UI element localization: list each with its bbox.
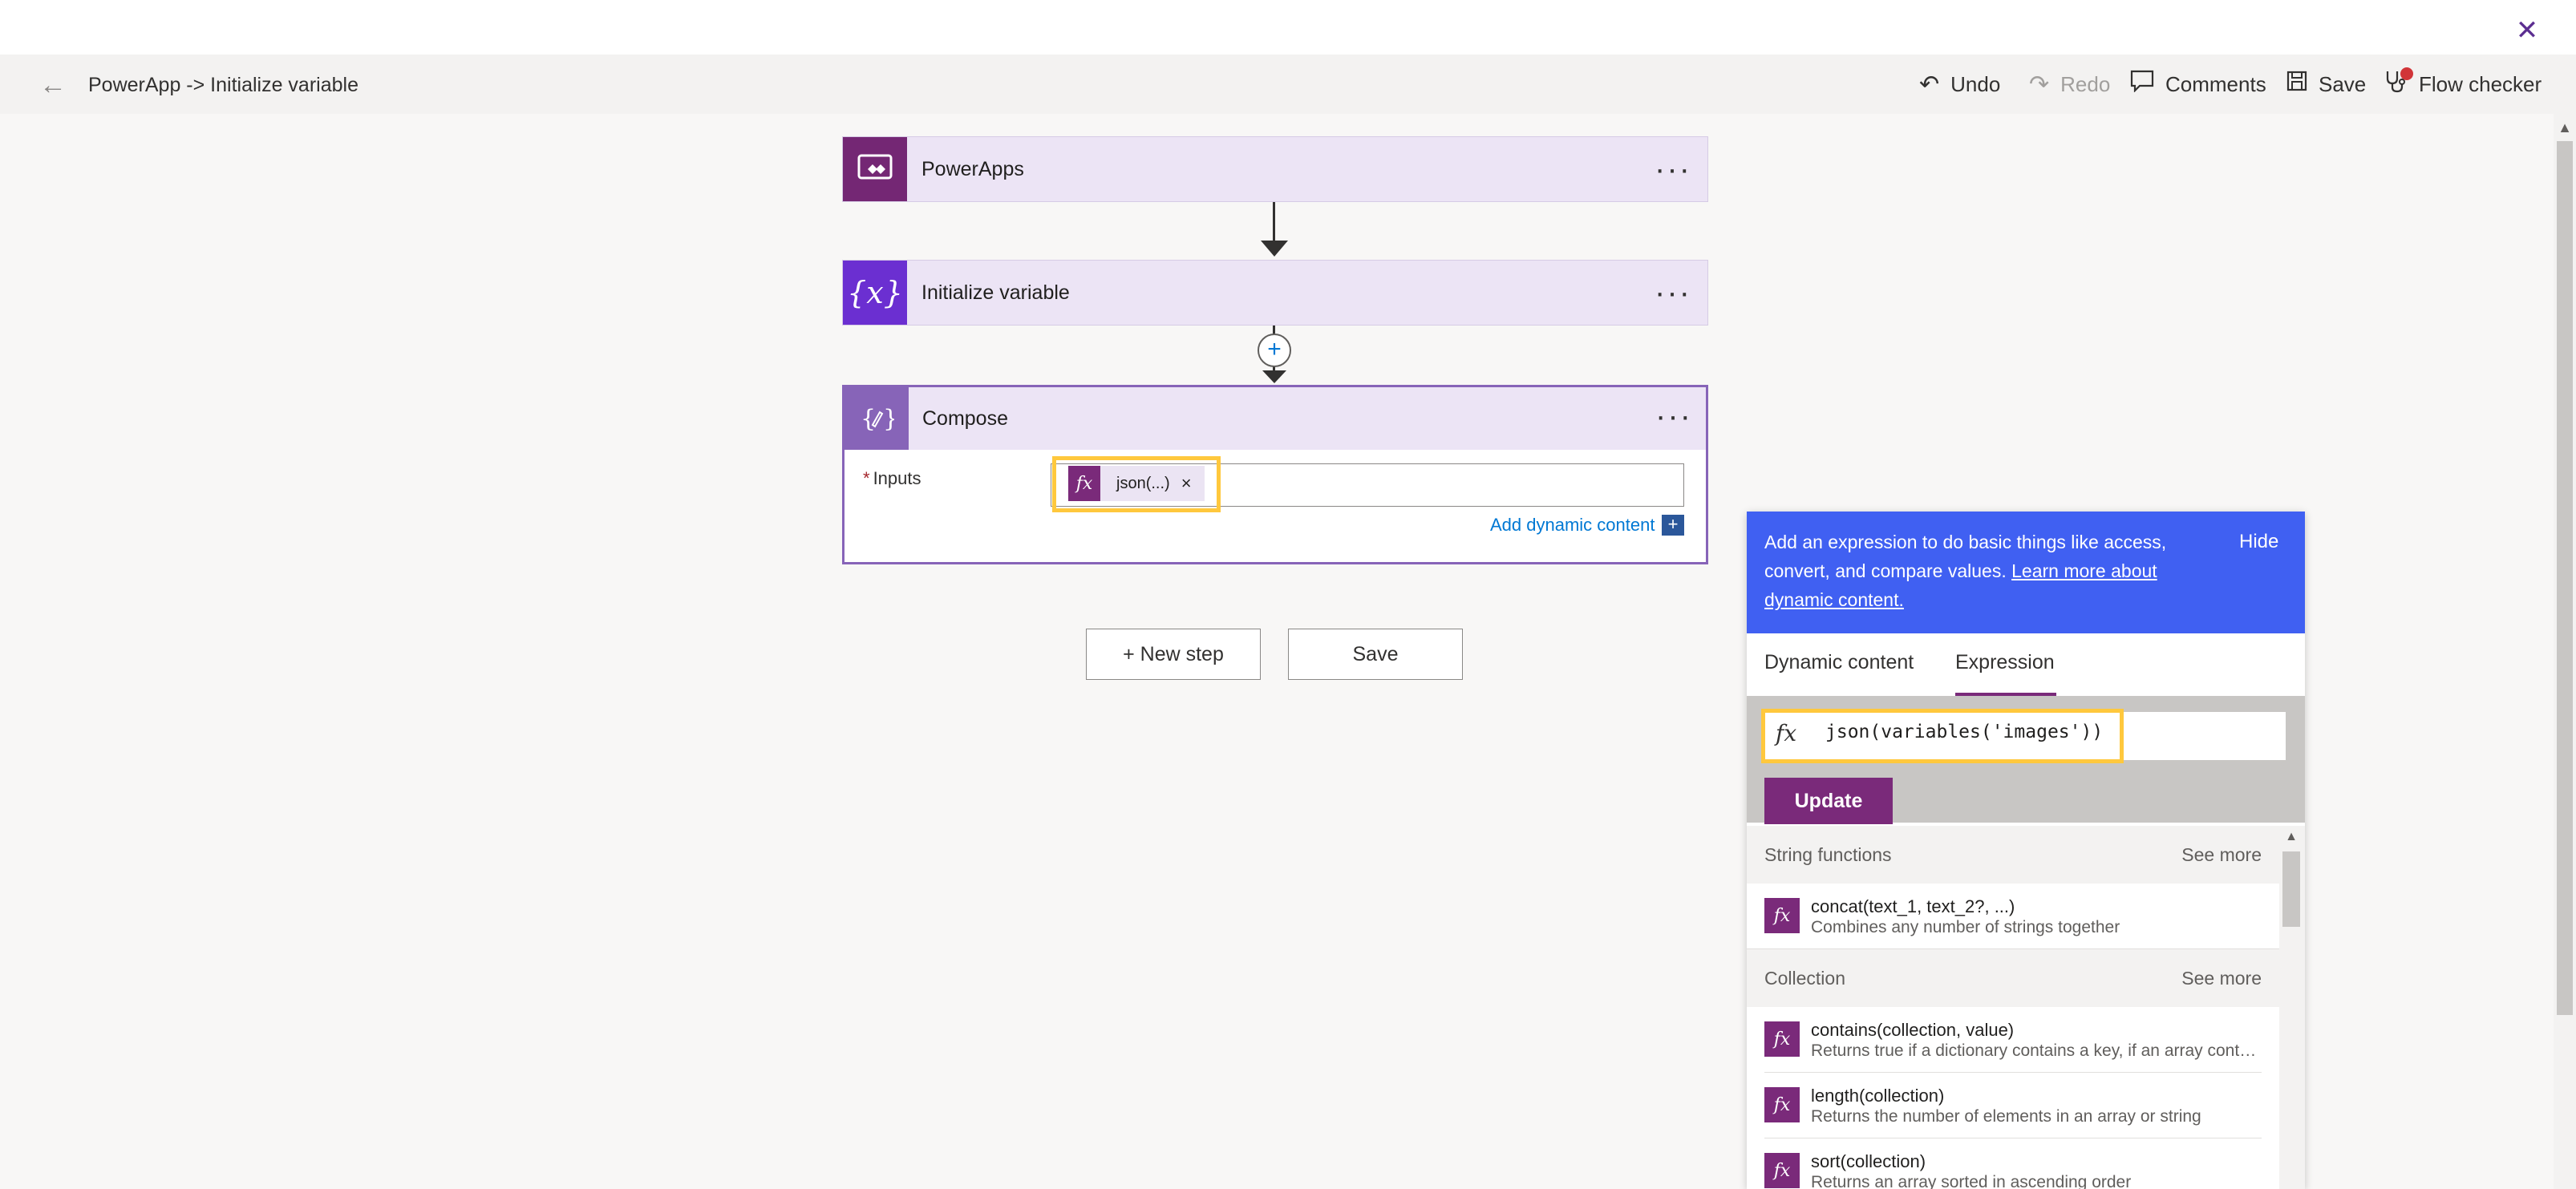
section-title: Collection bbox=[1764, 967, 1845, 989]
svg-text:}: } bbox=[883, 405, 894, 433]
function-list-scrollbar-thumb[interactable] bbox=[2282, 851, 2300, 927]
function-name: concat(text_1, text_2?, ...) bbox=[1811, 896, 2015, 916]
add-dynamic-content-link[interactable]: Add dynamic content bbox=[1490, 515, 1655, 536]
fx-icon: fx bbox=[1776, 720, 1797, 746]
save-toolbar-label: Save bbox=[2319, 71, 2367, 96]
arrow-down-icon bbox=[1261, 241, 1288, 257]
powerapps-icon bbox=[843, 137, 907, 201]
panel-info-text: Add an expression to do basic things lik… bbox=[1764, 528, 2213, 614]
compose-title: Compose bbox=[922, 407, 1008, 430]
section-header-collection: Collection See more bbox=[1747, 949, 2279, 1007]
page-scrollbar-thumb[interactable] bbox=[2557, 141, 2573, 1015]
expression-text[interactable]: json(variables('images')) bbox=[1825, 722, 2103, 742]
section-title: String functions bbox=[1764, 843, 1892, 865]
tab-expression[interactable]: Expression bbox=[1955, 651, 2055, 674]
error-badge bbox=[2400, 67, 2413, 80]
step-title: Initialize variable bbox=[921, 281, 1070, 304]
fx-icon: fx bbox=[1764, 1021, 1800, 1057]
step-card-powerapps[interactable]: PowerApps ··· bbox=[842, 136, 1708, 202]
more-options-icon[interactable]: ··· bbox=[1655, 277, 1691, 309]
more-options-icon[interactable]: ··· bbox=[1655, 400, 1692, 432]
flow-checker-button[interactable]: Flow checker bbox=[2384, 66, 2542, 103]
redo-icon: ↷ bbox=[2029, 71, 2050, 98]
back-arrow-icon[interactable]: ← bbox=[35, 67, 71, 103]
function-name: length(collection) bbox=[1811, 1086, 1945, 1106]
flow-checker-label: Flow checker bbox=[2419, 71, 2542, 96]
add-dynamic-content-icon[interactable]: + bbox=[1662, 515, 1684, 536]
function-description: Returns an array sorted in ascending ord… bbox=[1811, 1173, 2132, 1189]
function-item-contains[interactable]: fx contains(collection, value) Returns t… bbox=[1764, 1007, 2262, 1073]
breadcrumb: PowerApp -> Initialize variable bbox=[88, 74, 358, 96]
comment-icon bbox=[2130, 70, 2154, 99]
arrow-down-icon bbox=[1262, 370, 1286, 383]
function-item-length[interactable]: fx length(collection) Returns the number… bbox=[1764, 1073, 2262, 1138]
fx-icon: fx bbox=[1764, 1153, 1800, 1188]
comments-button[interactable]: Comments bbox=[2130, 66, 2266, 103]
comments-label: Comments bbox=[2165, 71, 2266, 96]
hide-panel-button[interactable]: Hide bbox=[2239, 531, 2278, 553]
variable-icon: {𝑥} bbox=[843, 261, 907, 325]
stethoscope-icon bbox=[2384, 67, 2413, 99]
redo-button[interactable]: ↷ Redo bbox=[2029, 66, 2110, 103]
function-name: contains(collection, value) bbox=[1811, 1020, 2015, 1040]
see-more-link[interactable]: See more bbox=[2181, 844, 2262, 866]
title-strip bbox=[0, 0, 2576, 55]
expression-token[interactable]: fx json(...) × bbox=[1068, 466, 1205, 501]
function-description: Returns true if a dictionary contains a … bbox=[1811, 1041, 2260, 1060]
fx-icon: fx bbox=[1764, 1087, 1800, 1122]
step-card-initialize-variable[interactable]: {𝑥} Initialize variable ··· bbox=[842, 260, 1708, 326]
remove-token-icon[interactable]: × bbox=[1181, 473, 1192, 494]
tab-dynamic-content[interactable]: Dynamic content bbox=[1764, 651, 1914, 674]
update-button[interactable]: Update bbox=[1764, 778, 1893, 824]
save-toolbar-button[interactable]: Save bbox=[2286, 66, 2366, 103]
undo-icon: ↶ bbox=[1919, 71, 1940, 98]
undo-label: Undo bbox=[1950, 71, 2001, 96]
close-icon[interactable]: ✕ bbox=[2511, 14, 2543, 47]
svg-text:{: { bbox=[861, 405, 876, 433]
see-more-link[interactable]: See more bbox=[2181, 968, 2262, 989]
undo-button[interactable]: ↶ Undo bbox=[1919, 66, 2000, 103]
scroll-up-icon[interactable]: ▲ bbox=[2555, 119, 2574, 136]
fx-icon: fx bbox=[1764, 898, 1800, 933]
more-options-icon[interactable]: ··· bbox=[1655, 153, 1691, 185]
save-icon bbox=[2286, 71, 2307, 98]
token-label: json(...) bbox=[1116, 474, 1170, 492]
compose-icon: {} bbox=[844, 387, 909, 450]
insert-step-button[interactable]: + bbox=[1258, 334, 1291, 367]
scroll-up-icon[interactable]: ▲ bbox=[2282, 829, 2300, 845]
function-item-concat[interactable]: fx concat(text_1, text_2?, ...) Combines… bbox=[1747, 884, 2279, 949]
inputs-label: * Inputs bbox=[863, 468, 921, 489]
fx-icon: fx bbox=[1068, 466, 1100, 501]
section-header-string-functions: String functions See more bbox=[1747, 826, 2279, 884]
function-description: Combines any number of strings together bbox=[1811, 918, 2120, 936]
inputs-label-text: Inputs bbox=[873, 468, 921, 488]
new-step-button[interactable]: + New step bbox=[1086, 629, 1261, 680]
function-list: String functions See more fx concat(text… bbox=[1747, 826, 2279, 1189]
redo-label: Redo bbox=[2060, 71, 2111, 96]
function-name: sort(collection) bbox=[1811, 1151, 1926, 1171]
function-description: Returns the number of elements in an arr… bbox=[1811, 1107, 2201, 1126]
required-marker: * bbox=[863, 468, 870, 488]
function-item-sort[interactable]: fx sort(collection) Returns an array sor… bbox=[1764, 1138, 2262, 1189]
save-button[interactable]: Save bbox=[1288, 629, 1463, 680]
step-title: PowerApps bbox=[921, 158, 1024, 180]
